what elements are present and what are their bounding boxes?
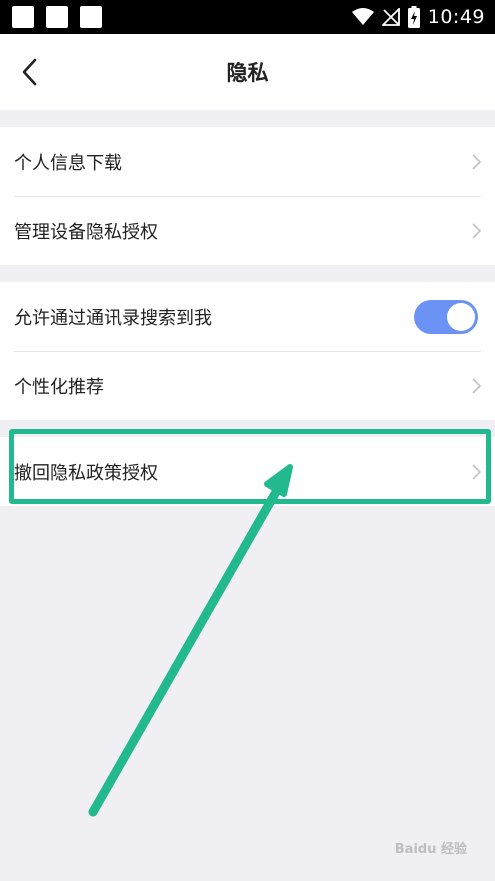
page-title: 隐私 [226,61,269,85]
page-header: 隐私 [0,34,495,110]
row-label: 管理设备隐私授权 [14,221,158,243]
toggle-knob [447,302,475,331]
row-personalized-recommendation[interactable]: 个性化推荐 [0,351,495,420]
row-label: 个人信息下载 [14,152,122,174]
battery-charging-icon [407,6,420,28]
row-label: 撤回隐私政策授权 [14,462,158,484]
status-time: 10:49 [427,6,485,28]
notification-icon [12,6,34,28]
row-device-privacy-authorization[interactable]: 管理设备隐私授权 [0,196,495,265]
settings-group-discovery: 允许通过通讯录搜索到我 个性化推荐 [0,282,495,420]
status-indicators: 10:49 [351,0,485,34]
watermark-logo: Baidu 经验 [394,842,467,857]
row-label: 个性化推荐 [14,376,104,398]
chevron-right-icon [472,153,482,170]
row-revoke-privacy-policy[interactable]: 撤回隐私政策授权 [0,437,495,506]
chevron-right-icon [472,463,482,480]
wifi-icon [351,8,374,25]
notification-icon [80,6,102,28]
row-personal-info-download[interactable]: 个人信息下载 [0,127,495,196]
no-signal-icon [381,8,400,26]
chevron-right-icon [472,377,482,394]
notification-icon [46,6,68,28]
contacts-search-toggle[interactable] [414,299,478,334]
row-label: 允许通过通讯录搜索到我 [14,307,212,329]
settings-group-policy: 撤回隐私政策授权 [0,437,495,506]
settings-group-data: 个人信息下载 管理设备隐私授权 [0,127,495,265]
row-contacts-search: 允许通过通讯录搜索到我 [0,282,495,351]
chevron-right-icon [472,222,482,239]
status-bar: 10:49 [0,0,495,34]
privacy-settings-screen: 10:49 隐私 个人信息下载 管理设备隐私授权 允许通过通讯录搜索到我 个性化… [0,0,495,881]
